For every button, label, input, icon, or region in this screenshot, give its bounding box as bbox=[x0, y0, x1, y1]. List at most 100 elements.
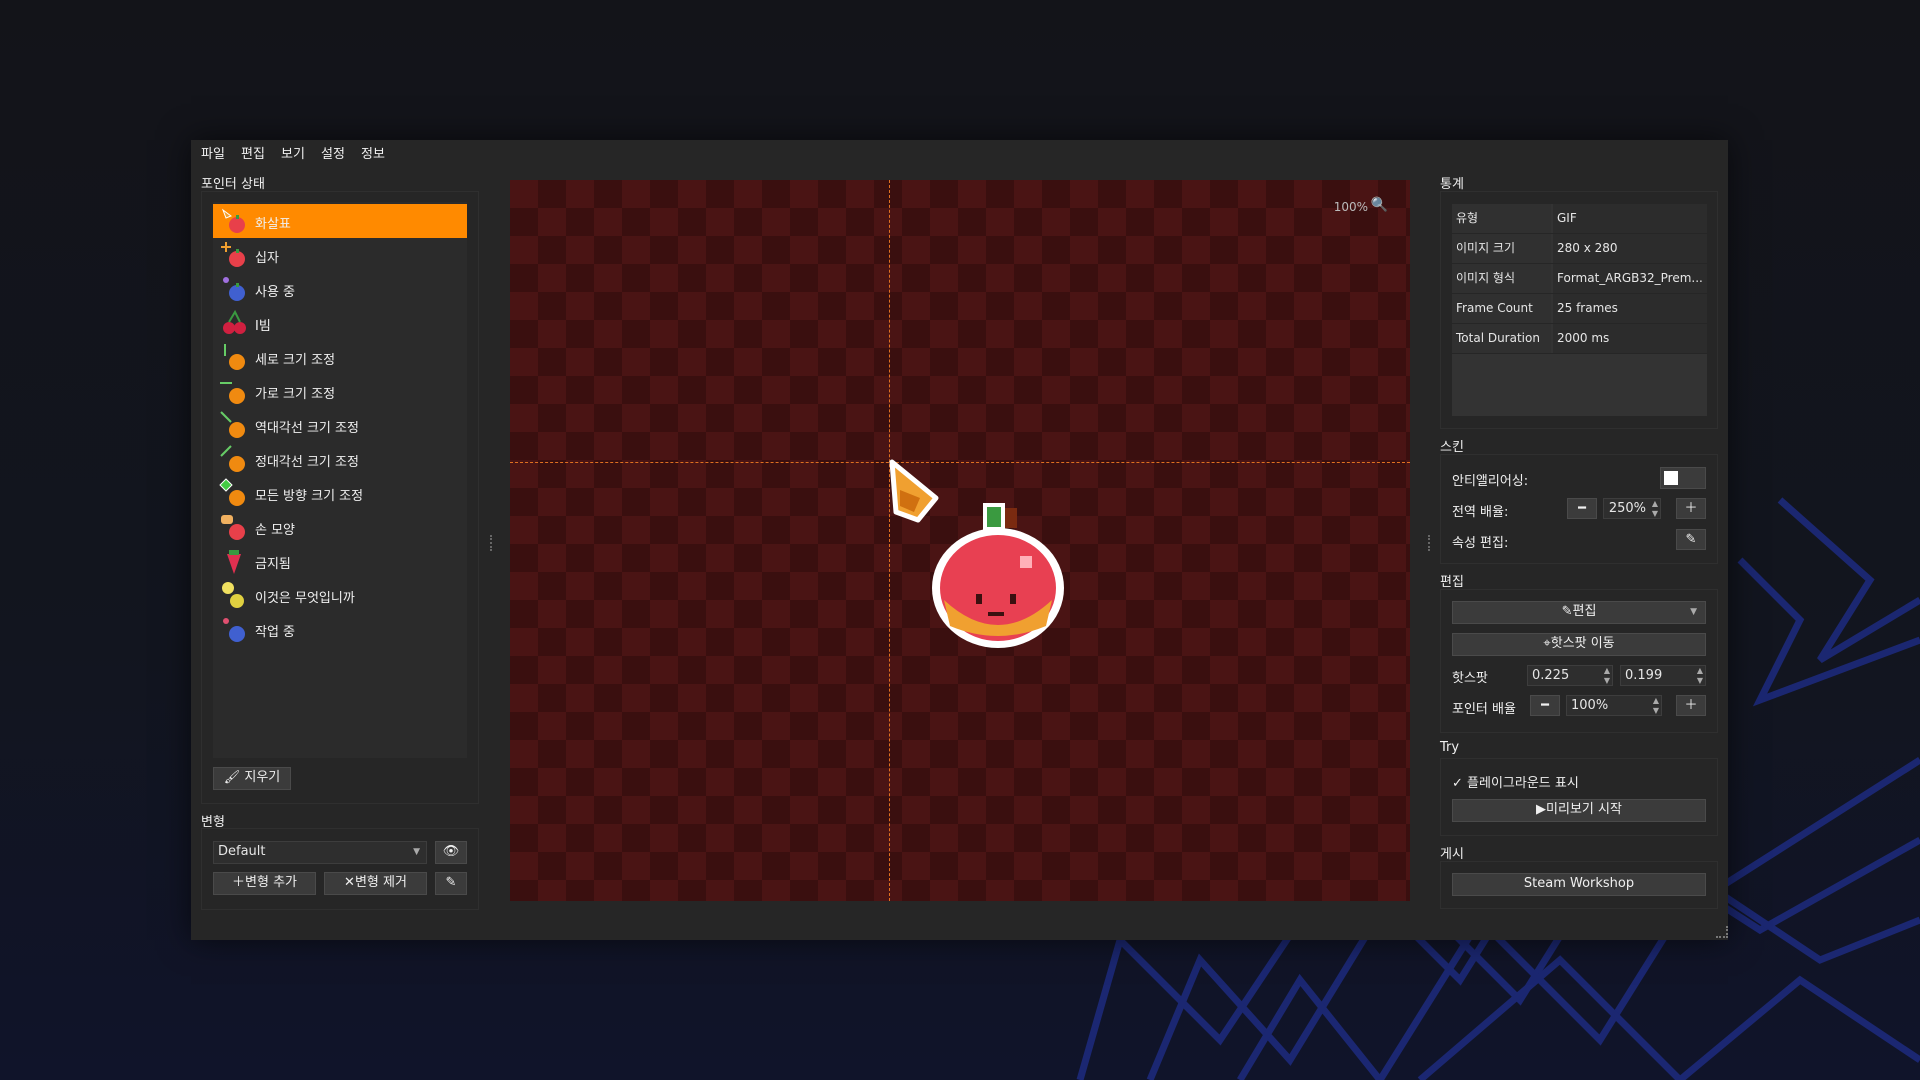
steam-workshop-button[interactable]: Steam Workshop bbox=[1452, 873, 1706, 896]
add-variant-button[interactable]: ＋변형 추가 bbox=[213, 872, 316, 895]
minus-icon: ━ bbox=[1578, 501, 1586, 516]
remove-variant-label: 변형 제거 bbox=[354, 875, 407, 890]
apple-cursor-preview bbox=[889, 459, 1064, 648]
start-preview-button[interactable]: ▶미리보기 시작 bbox=[1452, 799, 1706, 822]
list-item-hresize[interactable]: 가로 크기 조정 bbox=[213, 374, 467, 408]
global-scale-input[interactable]: 250% ▲ ▼ bbox=[1603, 498, 1661, 519]
orange-vresize-icon bbox=[224, 344, 245, 370]
blueberry-busy-icon bbox=[223, 277, 245, 301]
edit-dropdown-button[interactable]: ✎편집 ▼ bbox=[1452, 601, 1706, 624]
start-preview-label: 미리보기 시작 bbox=[1546, 802, 1622, 817]
list-item-label: 가로 크기 조정 bbox=[255, 387, 336, 402]
menu-file[interactable]: 파일 bbox=[201, 143, 225, 162]
edit-props-button[interactable]: ✎ bbox=[1676, 529, 1706, 550]
stat-value: 280 x 280 bbox=[1553, 234, 1707, 263]
hotspot-y-value: 0.199 bbox=[1625, 668, 1663, 683]
zoom-level: 100% bbox=[1333, 200, 1368, 214]
edit-button-label: 편집 bbox=[1572, 604, 1597, 619]
clear-button-label: 지우기 bbox=[244, 770, 281, 785]
publish-title: 게시 bbox=[1440, 847, 1464, 862]
hotspot-x-value: 0.225 bbox=[1532, 668, 1570, 683]
list-item-label: 손 모양 bbox=[255, 523, 296, 538]
list-item-forbidden[interactable]: 금지됨 bbox=[213, 544, 467, 578]
list-item-cross[interactable]: 십자 bbox=[213, 238, 467, 272]
list-item-label: 정대각선 크기 조정 bbox=[255, 455, 359, 470]
pencil-icon: ✎ bbox=[1561, 604, 1573, 619]
pointer-scale-input[interactable]: 100% ▲ ▼ bbox=[1566, 695, 1662, 716]
chevron-down-icon: ▼ bbox=[413, 847, 420, 857]
spinner-icon[interactable]: ▲ ▼ bbox=[1697, 666, 1703, 686]
list-item-working[interactable]: 작업 중 bbox=[213, 612, 467, 646]
edit-variant-button[interactable]: ✎ bbox=[435, 872, 467, 895]
global-scale-minus-button[interactable]: ━ bbox=[1567, 498, 1597, 519]
zoom-icon[interactable]: 🔍 bbox=[1371, 197, 1388, 213]
cursor-canvas[interactable]: 100% 🔍 bbox=[510, 180, 1410, 901]
table-row: Frame Count 25 frames bbox=[1452, 294, 1707, 324]
table-row: Total Duration 2000 ms bbox=[1452, 324, 1707, 354]
eye-icon: 👁 bbox=[442, 844, 460, 859]
menu-edit[interactable]: 편집 bbox=[241, 143, 265, 162]
spinner-icon[interactable]: ▲ ▼ bbox=[1652, 499, 1658, 519]
menu-bar: 파일 편집 보기 설정 정보 bbox=[191, 140, 1728, 162]
list-item-move[interactable]: 모든 방향 크기 조정 bbox=[213, 476, 467, 510]
menu-settings[interactable]: 설정 bbox=[321, 143, 345, 162]
playground-checkbox[interactable]: ✓ 플레이그라운드 표시 bbox=[1452, 772, 1579, 791]
apple-cursor-icon bbox=[221, 208, 245, 233]
table-row: 이미지 크기 280 x 280 bbox=[1452, 234, 1707, 264]
list-item-help[interactable]: 이것은 무엇입니까 bbox=[213, 578, 467, 612]
try-title: Try bbox=[1440, 740, 1460, 755]
stat-key: Total Duration bbox=[1452, 324, 1551, 353]
hotspot-label: 핫스팟 bbox=[1452, 671, 1488, 686]
right-splitter-handle[interactable] bbox=[1428, 535, 1432, 551]
list-item-label: 금지됨 bbox=[255, 557, 291, 572]
minus-icon: ━ bbox=[1541, 698, 1549, 713]
list-item-label: I빔 bbox=[255, 319, 271, 334]
list-item-arrow[interactable]: 화살표 bbox=[213, 204, 467, 238]
try-frame bbox=[1440, 758, 1718, 836]
plus-icon: ＋ bbox=[232, 875, 246, 890]
move-hotspot-label: 핫스팟 이동 bbox=[1550, 636, 1615, 651]
stat-key: Frame Count bbox=[1452, 294, 1551, 323]
list-item-hand[interactable]: 손 모양 bbox=[213, 510, 467, 544]
orange-hresize-icon bbox=[220, 382, 245, 404]
menu-info[interactable]: 정보 bbox=[361, 143, 385, 162]
global-scale-plus-button[interactable]: ＋ bbox=[1676, 498, 1706, 519]
props-label: 속성 편집: bbox=[1452, 536, 1509, 551]
brush-icon: 🖌 bbox=[223, 770, 241, 785]
spinner-icon[interactable]: ▲ ▼ bbox=[1653, 696, 1659, 716]
skin-title: 스킨 bbox=[1440, 440, 1464, 455]
menu-view[interactable]: 보기 bbox=[281, 143, 305, 162]
variant-select[interactable]: Default ▼ bbox=[213, 841, 427, 864]
orange-diag-resize-icon bbox=[220, 411, 245, 438]
clear-button[interactable]: 🖌 지우기 bbox=[213, 767, 291, 790]
add-variant-label: 변형 추가 bbox=[245, 875, 297, 890]
table-row: 이미지 형식 Format_ARGB32_Prem... bbox=[1452, 264, 1707, 294]
spinner-icon[interactable]: ▲ ▼ bbox=[1604, 666, 1610, 686]
list-item-vresize[interactable]: 세로 크기 조정 bbox=[213, 340, 467, 374]
remove-variant-button[interactable]: ✕변형 제거 bbox=[324, 872, 427, 895]
stat-key: 유형 bbox=[1452, 204, 1551, 233]
list-item-diag2[interactable]: 정대각선 크기 조정 bbox=[213, 442, 467, 476]
left-splitter-handle[interactable] bbox=[490, 535, 494, 551]
pointer-scale-label: 포인터 배율 bbox=[1452, 702, 1516, 717]
close-icon: ✕ bbox=[344, 875, 355, 890]
checkmark-icon: ✓ bbox=[1452, 776, 1463, 791]
pointer-scale-value: 100% bbox=[1571, 698, 1609, 713]
global-scale-value: 250% bbox=[1608, 501, 1646, 516]
resize-grip[interactable] bbox=[1716, 926, 1728, 938]
stat-value: Format_ARGB32_Prem... bbox=[1553, 264, 1707, 293]
orange-move-icon bbox=[219, 478, 245, 506]
pointer-scale-plus-button[interactable]: ＋ bbox=[1676, 695, 1706, 716]
hotspot-x-input[interactable]: 0.225 ▲ ▼ bbox=[1527, 665, 1613, 686]
list-item-diag1[interactable]: 역대각선 크기 조정 bbox=[213, 408, 467, 442]
list-item-ibeam[interactable]: I빔 bbox=[213, 306, 467, 340]
hotspot-y-input[interactable]: 0.199 ▲ ▼ bbox=[1620, 665, 1706, 686]
move-hotspot-button[interactable]: ⌖핫스팟 이동 bbox=[1452, 633, 1706, 656]
list-item-busy[interactable]: 사용 중 bbox=[213, 272, 467, 306]
pointer-scale-minus-button[interactable]: ━ bbox=[1530, 695, 1560, 716]
list-item-label: 이것은 무엇입니까 bbox=[255, 591, 355, 606]
antialias-toggle[interactable] bbox=[1660, 467, 1706, 489]
list-item-label: 작업 중 bbox=[255, 625, 296, 640]
list-item-label: 모든 방향 크기 조정 bbox=[255, 489, 364, 504]
preview-variant-button[interactable]: 👁 bbox=[435, 841, 467, 864]
